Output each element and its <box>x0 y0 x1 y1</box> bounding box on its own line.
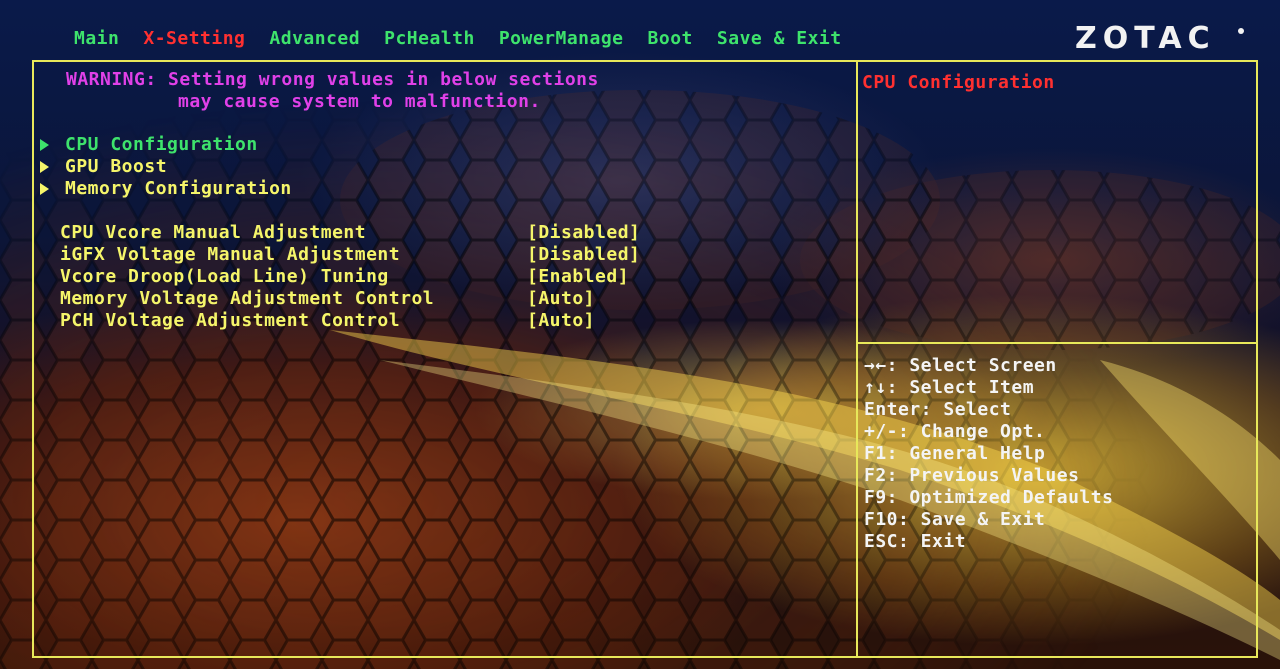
tab-x-setting[interactable]: X-Setting <box>131 26 257 52</box>
keyhelp-general-help: F1: General Help <box>864 443 1046 464</box>
setting-value[interactable]: [Auto] <box>527 310 595 332</box>
tab-pchealth[interactable]: PcHealth <box>372 26 487 52</box>
tab-advanced[interactable]: Advanced <box>257 26 372 52</box>
keyhelp-esc-exit: ESC: Exit <box>864 531 967 552</box>
setting-label: CPU Vcore Manual Adjustment <box>60 222 367 243</box>
setting-value[interactable]: [Auto] <box>527 288 595 310</box>
keyhelp-change-opt: +/-: Change Opt. <box>864 421 1046 442</box>
help-title: CPU Configuration <box>862 72 1055 93</box>
top-menu-bar: Main X-Setting Advanced PcHealth PowerMa… <box>62 26 854 52</box>
setting-value[interactable]: [Disabled] <box>527 222 640 244</box>
keyhelp-select-item: ↑↓: Select Item <box>864 377 1035 398</box>
submenu-gpu-boost[interactable]: GPU Boost <box>36 156 167 178</box>
submenu-label: CPU Configuration <box>65 134 258 155</box>
bios-screen: Main X-Setting Advanced PcHealth PowerMa… <box>0 0 1280 669</box>
setting-igfx-voltage-manual-adjustment[interactable]: iGFX Voltage Manual Adjustment [Disabled… <box>60 244 680 266</box>
setting-label: PCH Voltage Adjustment Control <box>60 310 401 331</box>
setting-pch-voltage-adjustment-control[interactable]: PCH Voltage Adjustment Control [Auto] <box>60 310 680 332</box>
tab-boot[interactable]: Boot <box>636 26 705 52</box>
logo-registered-mark <box>1238 28 1244 34</box>
zotac-logo: ZOTAC <box>1075 21 1216 56</box>
setting-vcore-droop-tuning[interactable]: Vcore Droop(Load Line) Tuning [Enabled] <box>60 266 680 288</box>
help-panel-divider <box>856 342 1258 344</box>
keyhelp-enter-select: Enter: Select <box>864 399 1012 420</box>
keyhelp-select-screen: →←: Select Screen <box>864 355 1057 376</box>
submenu-arrow-icon <box>40 161 49 173</box>
keyhelp-save-exit: F10: Save & Exit <box>864 509 1046 530</box>
setting-label: Vcore Droop(Load Line) Tuning <box>60 266 389 287</box>
setting-value[interactable]: [Enabled] <box>527 266 629 288</box>
submenu-memory-configuration[interactable]: Memory Configuration <box>36 178 292 200</box>
submenu-arrow-icon <box>40 183 49 195</box>
tab-main[interactable]: Main <box>62 26 131 52</box>
keyhelp-optimized-defaults: F9: Optimized Defaults <box>864 487 1114 508</box>
submenu-label: GPU Boost <box>65 156 168 177</box>
submenu-label: Memory Configuration <box>65 178 292 199</box>
setting-cpu-vcore-manual-adjustment[interactable]: CPU Vcore Manual Adjustment [Disabled] <box>60 222 680 244</box>
tab-save-exit[interactable]: Save & Exit <box>705 26 854 52</box>
setting-memory-voltage-adjustment-control[interactable]: Memory Voltage Adjustment Control [Auto] <box>60 288 680 310</box>
tab-powermanage[interactable]: PowerManage <box>487 26 636 52</box>
submenu-cpu-configuration[interactable]: CPU Configuration <box>36 134 258 156</box>
warning-line-1: WARNING: Setting wrong values in below s… <box>66 69 599 90</box>
submenu-arrow-icon <box>40 139 49 151</box>
keyhelp-previous-values: F2: Previous Values <box>864 465 1080 486</box>
setting-label: Memory Voltage Adjustment Control <box>60 288 435 309</box>
warning-line-2: may cause system to malfunction. <box>178 91 541 112</box>
setting-label: iGFX Voltage Manual Adjustment <box>60 244 401 265</box>
setting-value[interactable]: [Disabled] <box>527 244 640 266</box>
